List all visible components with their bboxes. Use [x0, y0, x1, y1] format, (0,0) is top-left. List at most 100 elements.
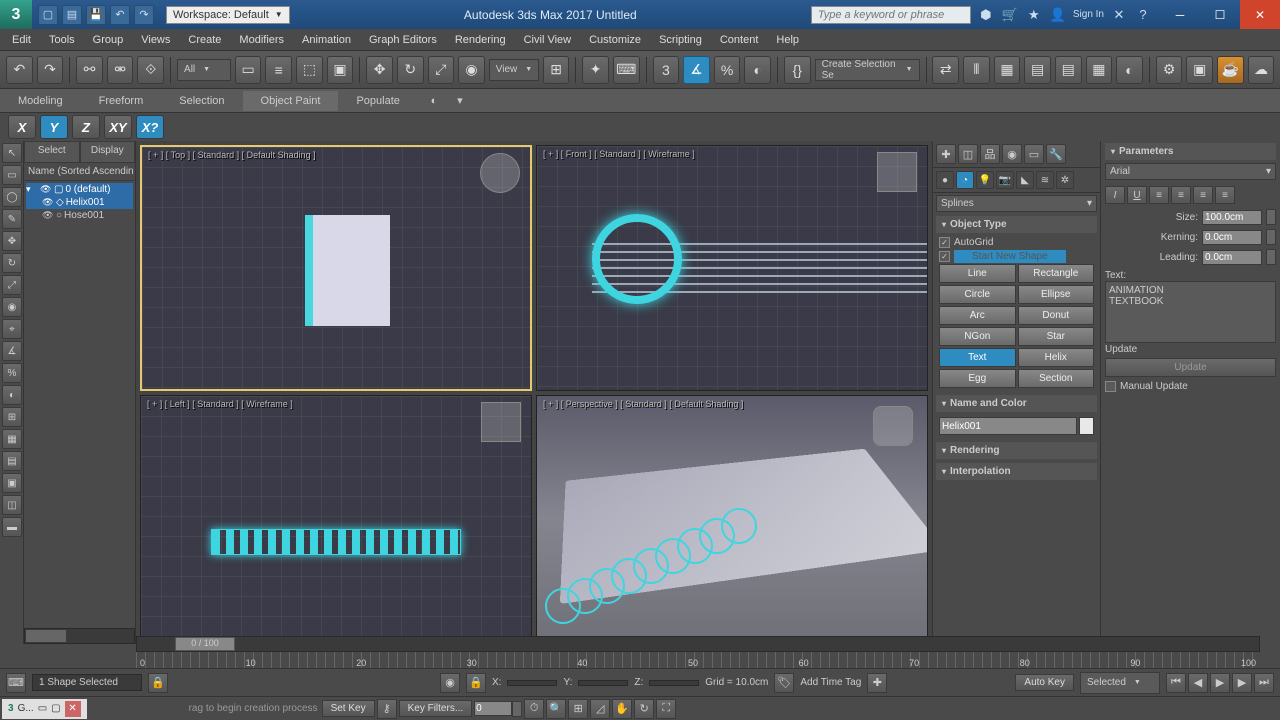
menu-help[interactable]: Help	[768, 31, 807, 49]
menu-customize[interactable]: Customize	[581, 31, 649, 49]
new-icon[interactable]: ▢	[38, 5, 58, 25]
material-editor-button[interactable]: ◐	[1116, 56, 1143, 84]
app-icon[interactable]: 3	[0, 0, 32, 29]
ribbon-modeling[interactable]: Modeling	[0, 91, 81, 111]
select-object-button[interactable]: ▭	[235, 56, 262, 84]
move-button[interactable]: ✥	[366, 56, 393, 84]
render-setup-button[interactable]: ⚙	[1156, 56, 1183, 84]
align-right-button[interactable]: ≡	[1193, 186, 1213, 204]
btn-rectangle[interactable]: Rectangle	[1018, 264, 1095, 283]
render-online-button[interactable]: ☁	[1248, 56, 1275, 84]
menu-civilview[interactable]: Civil View	[516, 31, 579, 49]
cmd-create-icon[interactable]: ✚	[936, 144, 956, 164]
text-input[interactable]	[1105, 281, 1276, 343]
btn-arc[interactable]: Arc	[939, 306, 1016, 325]
menu-rendering[interactable]: Rendering	[447, 31, 514, 49]
subscription-icon[interactable]: ⬢	[977, 6, 995, 24]
link-button[interactable]: ⚯	[76, 56, 103, 84]
snap-toggle-button[interactable]: 3	[653, 56, 680, 84]
redo-button[interactable]: ↷	[37, 56, 64, 84]
setkey-button[interactable]: Set Key	[322, 700, 375, 717]
align-left-button[interactable]: ≡	[1149, 186, 1169, 204]
cat-spacewarps-icon[interactable]: ≋	[1036, 171, 1054, 189]
render-button[interactable]: ☕	[1217, 56, 1244, 84]
axis-options-button[interactable]: X?	[136, 115, 164, 139]
frame-input[interactable]	[474, 701, 512, 716]
render-frame-button[interactable]: ▣	[1186, 56, 1213, 84]
menu-create[interactable]: Create	[180, 31, 229, 49]
selection-set-dropdown[interactable]: Create Selection Se▼	[815, 59, 920, 81]
axis-xy-button[interactable]: XY	[104, 115, 132, 139]
prev-frame-icon[interactable]: ◀	[1188, 673, 1208, 693]
menu-content[interactable]: Content	[712, 31, 767, 49]
spinner-snap-button[interactable]: ◐	[744, 56, 771, 84]
axis-z-button[interactable]: Z	[72, 115, 100, 139]
search-input[interactable]	[811, 6, 971, 24]
cat-systems-icon[interactable]: ✲	[1056, 171, 1074, 189]
autogrid-check[interactable]: ✓AutoGrid	[939, 236, 1094, 249]
timetag-icon[interactable]: 🏷	[774, 673, 794, 693]
help-icon[interactable]: ?	[1134, 6, 1152, 24]
cmd-display-icon[interactable]: ▭	[1024, 144, 1044, 164]
maxscript-icon[interactable]: ⌨	[6, 673, 26, 693]
close-button[interactable]: ✕	[1240, 0, 1280, 29]
select-name-button[interactable]: ≡	[265, 56, 292, 84]
axis-x-button[interactable]: X	[8, 115, 36, 139]
curve-editor-button[interactable]: ▤	[1055, 56, 1082, 84]
menu-views[interactable]: Views	[133, 31, 178, 49]
cmd-modify-icon[interactable]: ◫	[958, 144, 978, 164]
rollout-namecolor[interactable]: Name and Color	[936, 395, 1097, 412]
keymode-dropdown[interactable]: Selected▼	[1080, 672, 1160, 694]
timeline[interactable]: 0 / 100 01020 304050 607080 90100	[136, 636, 1260, 668]
manual-update-check[interactable]: Manual Update	[1105, 380, 1276, 393]
menu-scripting[interactable]: Scripting	[651, 31, 710, 49]
btn-helix[interactable]: Helix	[1018, 348, 1095, 367]
mirror-button[interactable]: ⇄	[932, 56, 959, 84]
nav-maximize-icon[interactable]: ⛶	[656, 699, 676, 719]
addtag-label[interactable]: Add Time Tag	[800, 677, 861, 688]
time-ruler[interactable]: 01020 304050 607080 90100	[136, 652, 1260, 668]
schematic-button[interactable]: ▦	[1086, 56, 1113, 84]
lock-icon[interactable]: 🔒	[148, 673, 168, 693]
viewport-perspective[interactable]: [ + ] [ Perspective ] [ Standard ] [ Def…	[536, 395, 928, 641]
menu-animation[interactable]: Animation	[294, 31, 359, 49]
kerning-spinner[interactable]	[1266, 229, 1276, 245]
btn-ellipse[interactable]: Ellipse	[1018, 285, 1095, 304]
keyboard-button[interactable]: ⌨	[613, 56, 640, 84]
align-center-button[interactable]: ≡	[1171, 186, 1191, 204]
taskbar-item[interactable]: 3G...▭▢✕	[2, 699, 87, 719]
next-frame-icon[interactable]: ▶	[1232, 673, 1252, 693]
viewport-front[interactable]: [ + ] [ Front ] [ Standard ] [ Wireframe…	[536, 145, 928, 391]
workspace-dropdown[interactable]: Workspace: Default▼	[166, 6, 290, 24]
size-spinner[interactable]	[1266, 209, 1276, 225]
keyfilters-icon[interactable]: ⚷	[377, 699, 397, 719]
unlink-button[interactable]: ⚮	[107, 56, 134, 84]
axis-y-button[interactable]: Y	[40, 115, 68, 139]
user-icon[interactable]: 👤	[1049, 6, 1067, 24]
undo-button[interactable]: ↶	[6, 56, 33, 84]
time-slider-knob[interactable]: 0 / 100	[175, 637, 235, 651]
ribbon-freeform[interactable]: Freeform	[81, 91, 162, 111]
cat-helpers-icon[interactable]: ◣	[1016, 171, 1034, 189]
menu-grapheditors[interactable]: Graph Editors	[361, 31, 445, 49]
scale-button[interactable]: ⤢	[428, 56, 455, 84]
isolate-icon[interactable]: ◉	[440, 673, 460, 693]
ribbon-populate[interactable]: Populate	[338, 91, 417, 111]
cat-shapes-icon[interactable]: ◔	[956, 171, 974, 189]
signin-label[interactable]: Sign In	[1073, 9, 1104, 20]
open-icon[interactable]: ▤	[62, 5, 82, 25]
menu-modifiers[interactable]: Modifiers	[231, 31, 292, 49]
newshape-check[interactable]: ✓Start New Shape	[939, 249, 1094, 264]
goto-start-icon[interactable]: ⏮	[1166, 673, 1186, 693]
rotate-button[interactable]: ↻	[397, 56, 424, 84]
update-button[interactable]: Update	[1105, 358, 1276, 377]
btn-text[interactable]: Text	[939, 348, 1016, 367]
viewcube-icon[interactable]	[877, 152, 917, 192]
manipulate-button[interactable]: ✦	[582, 56, 609, 84]
play-icon[interactable]: ▶	[1210, 673, 1230, 693]
maximize-button[interactable]: ☐	[1200, 0, 1240, 29]
object-name-input[interactable]	[939, 417, 1077, 435]
minimize-button[interactable]: ─	[1160, 0, 1200, 29]
goto-end-icon[interactable]: ⏭	[1254, 673, 1274, 693]
cmd-hierarchy-icon[interactable]: 品	[980, 144, 1000, 164]
